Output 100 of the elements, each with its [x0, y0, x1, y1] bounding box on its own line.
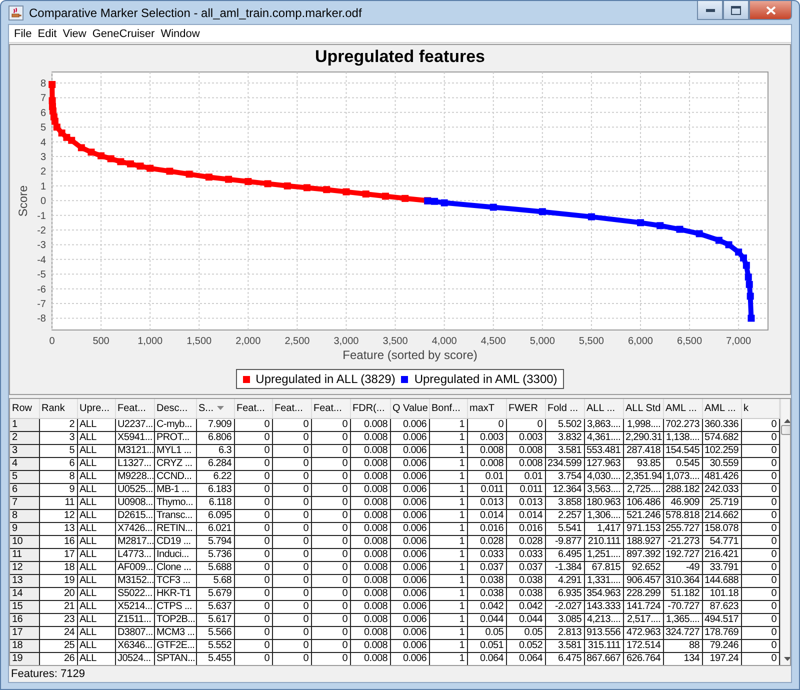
row-number: 11 [10, 548, 39, 561]
column-header[interactable]: maxT [467, 399, 506, 418]
table-cell: 0 [741, 483, 779, 496]
vertical-scrollbar[interactable] [780, 399, 790, 665]
legend-label: Upregulated in AML (3300) [414, 372, 558, 386]
table-cell: ALL [77, 535, 115, 548]
column-header[interactable]: S... [196, 399, 234, 418]
table-cell: 0 [234, 457, 272, 470]
table-cell: 0 [234, 626, 272, 639]
table-cell: 897.392 [623, 548, 663, 561]
x-tick-label: 6,000 [628, 336, 653, 347]
table-cell: 0.006 [390, 483, 429, 496]
column-header[interactable]: ALL ... [584, 399, 623, 418]
column-header[interactable]: ALL Std [623, 399, 663, 418]
table-cell: 2,725.... [623, 483, 663, 496]
table-cell: 134 [663, 652, 702, 665]
table-cell: 1,417 [584, 522, 623, 535]
close-button[interactable] [749, 1, 792, 20]
column-header[interactable]: Feat... [272, 399, 311, 418]
x-tick-label: 7,000 [726, 336, 752, 347]
table-cell: 88 [663, 639, 702, 652]
x-tick-label: 0 [49, 336, 55, 347]
table-cell: 0.008 [350, 561, 390, 574]
y-tick-label: -2 [37, 226, 46, 237]
table-cell: S5022... [115, 587, 154, 600]
table-cell: 12.364 [545, 483, 584, 496]
column-header[interactable]: Desc... [154, 399, 196, 418]
column-header[interactable]: Q Value [390, 399, 429, 418]
table-cell: 0 [234, 587, 272, 600]
table-cell: Thymo... [154, 496, 196, 509]
table-cell: 0.006 [390, 574, 429, 587]
point [117, 158, 124, 166]
table-cell: L1327... [115, 457, 154, 470]
table-cell: 1 [429, 496, 467, 509]
table-cell: 0 [272, 535, 311, 548]
scroll-thumb[interactable] [780, 425, 790, 435]
table-cell: 242.033 [702, 483, 741, 496]
table-cell: X6346... [115, 639, 154, 652]
minimize-button[interactable] [697, 1, 723, 20]
menu-item[interactable]: Window [158, 28, 203, 40]
table-cell: 0.006 [390, 613, 429, 626]
column-header[interactable]: FWER [506, 399, 545, 418]
table-cell: 87.623 [702, 600, 741, 613]
table-cell: 1,073.... [663, 470, 702, 483]
column-header[interactable]: AML ... [702, 399, 741, 418]
table-cell: 626.764 [623, 652, 663, 665]
column-header[interactable]: Feat... [115, 399, 154, 418]
table-cell: 0 [272, 418, 311, 431]
y-tick-label: -3 [37, 240, 46, 252]
table-cell: Clone ... [154, 561, 196, 574]
y-tick-label: 6 [40, 108, 46, 119]
table-cell: 0.008 [467, 457, 506, 470]
column-header[interactable]: Bonf... [429, 399, 467, 418]
table-cell: 4,030.... [584, 470, 623, 483]
y-tick-label: 5 [40, 122, 46, 134]
column-header[interactable]: Feat... [311, 399, 350, 418]
table-cell: 2.813 [545, 626, 584, 639]
table-cell: 0.008 [350, 626, 390, 639]
column-header[interactable]: k [741, 399, 779, 418]
menu-item[interactable]: View [60, 28, 90, 40]
table-cell: 0.037 [467, 561, 506, 574]
y-tick-label: -7 [37, 299, 46, 310]
menu-item[interactable]: GeneCruiser [89, 28, 158, 40]
column-header[interactable]: Feat... [234, 399, 272, 418]
table-cell: 0 [272, 639, 311, 652]
column-header[interactable]: Rank [39, 399, 77, 418]
table-cell: 5.502 [545, 418, 584, 431]
y-tick-label: -4 [37, 254, 46, 266]
table-cell: 3.858 [545, 496, 584, 509]
table-cell: 0 [311, 470, 350, 483]
point [68, 136, 76, 144]
table-cell: ALL [77, 600, 115, 613]
table-cell: 143.333 [584, 600, 623, 613]
table-cell: 144.688 [702, 574, 741, 587]
column-header[interactable]: Row [10, 399, 39, 418]
table-cell: 0 [234, 548, 272, 561]
table-cell: 1 [429, 483, 467, 496]
table-cell: PROT... [154, 431, 196, 444]
table-cell: 0.008 [350, 496, 390, 509]
menu-item[interactable]: Edit [34, 28, 60, 40]
column-header[interactable]: FDR(... [350, 399, 390, 418]
x-axis-label: Feature (sorted by score) [342, 348, 478, 362]
column-header[interactable]: Upre... [77, 399, 115, 418]
table-cell: 0 [234, 418, 272, 431]
row-number: 5 [10, 470, 39, 483]
table-cell: ALL [77, 652, 115, 665]
table-cell: 6.118 [196, 496, 234, 509]
table-cell: 315.111 [584, 639, 623, 652]
column-header[interactable]: AML ... [663, 399, 702, 418]
column-header[interactable]: Fold ... [545, 399, 584, 418]
table-cell: 0 [311, 587, 350, 600]
x-tick-label: 2,500 [284, 336, 310, 347]
maximize-button[interactable] [723, 1, 749, 20]
menu-item[interactable]: File [11, 28, 35, 40]
table-cell: 0.014 [506, 509, 545, 522]
table-cell: 0.006 [390, 587, 429, 600]
x-tick-label: 1,000 [138, 336, 163, 347]
table-cell: -1.384 [545, 561, 584, 574]
table-cell: 255.727 [663, 522, 702, 535]
table-cell: 188.927 [623, 535, 663, 548]
